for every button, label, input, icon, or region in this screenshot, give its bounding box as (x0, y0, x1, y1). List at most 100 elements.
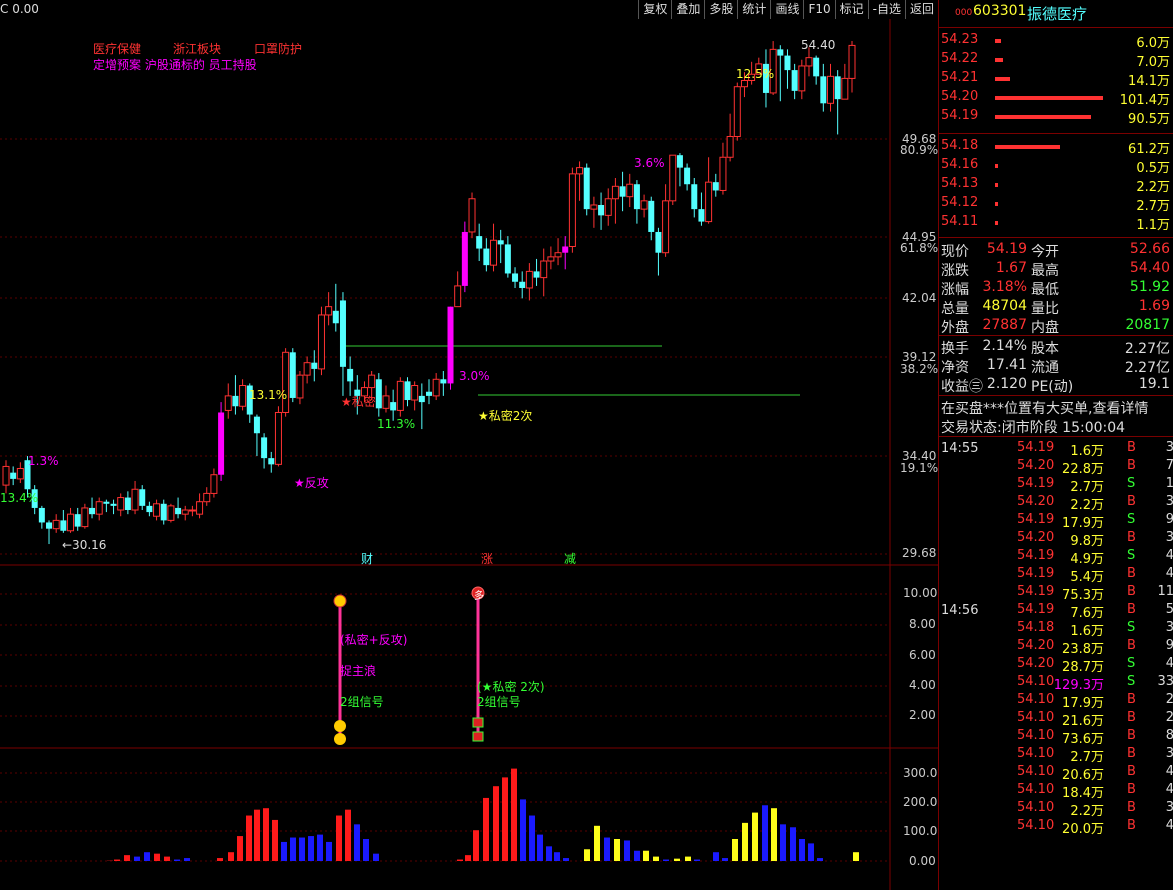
candle-body (2, 465, 10, 486)
candle-body (512, 273, 519, 282)
event-zhang[interactable]: 涨 (481, 550, 493, 567)
tick-count: 11 (1157, 584, 1173, 599)
candle-body (848, 44, 856, 79)
coin-icon (334, 720, 346, 732)
signal-label-fangong: ★反攻 (294, 476, 329, 490)
stock-name[interactable]: 振德医疗 (1027, 3, 1087, 24)
candle-body (368, 374, 376, 389)
tick-side: B (1127, 530, 1136, 545)
order-row[interactable]: 54.16 0.5万 (939, 156, 1173, 176)
tick-side: B (1127, 728, 1136, 743)
candle-body (432, 378, 440, 397)
volume-bar (228, 852, 234, 861)
volume-bar (853, 852, 859, 861)
order-row[interactable]: 54.19 90.5万 (939, 107, 1173, 127)
coin-icon (334, 733, 346, 745)
tick-volume: 21.6万 (1062, 714, 1104, 729)
candle-body (726, 136, 734, 158)
stock-code[interactable]: 603301 (973, 3, 1026, 19)
toolbar-button-5[interactable]: F10 (803, 0, 834, 19)
stock-prefix: 000 (955, 8, 973, 18)
signal-axis-label: 4.00 (909, 678, 936, 692)
candle-body (540, 260, 548, 279)
volume-bar (373, 853, 379, 861)
info-label: 股本 (1031, 341, 1059, 357)
chart-area[interactable]: 医疗保健 浙江板块 口罩防护 定增预案 沪股通标的 员工持股 49.68 80.… (0, 19, 938, 890)
order-volume: 14.1万 (1128, 74, 1170, 89)
volume-bar (663, 859, 669, 861)
toolbar-button-1[interactable]: 叠加 (671, 0, 704, 19)
volume-bar (624, 840, 630, 861)
order-price: 54.20 (941, 89, 979, 104)
order-row[interactable]: 54.23 6.0万 (939, 31, 1173, 51)
order-row[interactable]: 54.13 2.2万 (939, 175, 1173, 195)
tick-price: 54.20 (1017, 530, 1055, 545)
candle-body (525, 270, 533, 289)
order-row[interactable]: 54.18 61.2万 (939, 137, 1173, 157)
order-bar (995, 58, 1003, 62)
volume-bar (594, 825, 600, 861)
tick-side: B (1127, 440, 1136, 455)
toolbar-button-3[interactable]: 统计 (737, 0, 770, 19)
candle-body (662, 200, 670, 254)
pct-label: 12.5% (736, 67, 775, 81)
toolbar-button-8[interactable]: 返回 (904, 0, 938, 19)
bigorder-notice[interactable]: 在买盘***位置有大买单,查看详情 (941, 398, 1148, 418)
order-row[interactable]: 54.11 1.1万 (939, 213, 1173, 233)
info-value: 54.40 (1129, 260, 1170, 276)
tick-count: 3 (1165, 530, 1173, 545)
tick-price: 54.19 (1017, 512, 1055, 527)
tick-row: 54.10 21.6万 B 2 (939, 710, 1173, 729)
tick-count: 3 (1165, 746, 1173, 761)
vol-axis-label: 200.0 (903, 795, 938, 809)
order-bar (995, 164, 998, 168)
toolbar-button-2[interactable]: 多股 (704, 0, 737, 19)
tick-row: 54.10 129.3万 S 33 (939, 674, 1173, 693)
event-jian[interactable]: 减 (564, 550, 576, 567)
toolbar-button-6[interactable]: 标记 (834, 0, 868, 19)
candle-body (74, 514, 81, 527)
signal-label-simi: ★私密 (341, 395, 376, 409)
info-row: 涨幅 3.18% 最低 51.92 (939, 279, 1173, 298)
candle-body (103, 501, 110, 504)
order-row[interactable]: 54.22 7.0万 (939, 50, 1173, 70)
tick-volume: 28.7万 (1062, 660, 1104, 675)
tick-volume: 5.4万 (1070, 570, 1104, 585)
candle-body (784, 55, 791, 71)
kline-svg[interactable] (0, 19, 938, 890)
candle-body (791, 70, 798, 91)
toolbar-button-7[interactable]: -自选 (867, 0, 905, 19)
signal-axis-label: 8.00 (909, 617, 936, 631)
order-row[interactable]: 54.12 2.7万 (939, 194, 1173, 214)
candle-body (411, 385, 419, 401)
tick-row: 54.10 2.7万 B 3 (939, 746, 1173, 765)
candle-body (669, 154, 677, 202)
volume-bar (502, 777, 508, 861)
tick-volume: 129.3万 (1053, 678, 1104, 693)
order-row[interactable]: 54.20 101.4万 (939, 88, 1173, 108)
toolbar-button-0[interactable]: 复权 (638, 0, 671, 19)
volume-bar (732, 839, 738, 861)
candle-body (740, 79, 748, 88)
candle-body (777, 49, 784, 56)
candle-body (317, 314, 325, 370)
toolbar-button-4[interactable]: 画线 (770, 0, 803, 19)
candle-body (38, 507, 45, 523)
candle-body (705, 181, 713, 223)
info-value: 2.14% (982, 338, 1027, 354)
order-bar (995, 115, 1091, 119)
order-bar (995, 183, 998, 187)
tick-side: S (1127, 476, 1136, 491)
order-bar (995, 77, 1010, 81)
candle-body (798, 65, 806, 92)
signal-axis-label: 10.00 (903, 586, 938, 600)
candle-body (268, 458, 275, 465)
price-axis-sub: 61.8% (900, 241, 939, 255)
order-row[interactable]: 54.21 14.1万 (939, 69, 1173, 89)
volume-bar (457, 859, 463, 861)
quote-panel: 000 603301 振德医疗 54.23 6.0万 54.22 7.0万 54.21 1… (938, 0, 1173, 890)
candle-body (218, 412, 225, 475)
event-cai[interactable]: 财 (361, 550, 373, 567)
volume-bar (363, 839, 369, 861)
info-row: 收益㊂ 2.120 PE(动) 19.1 (939, 376, 1173, 395)
